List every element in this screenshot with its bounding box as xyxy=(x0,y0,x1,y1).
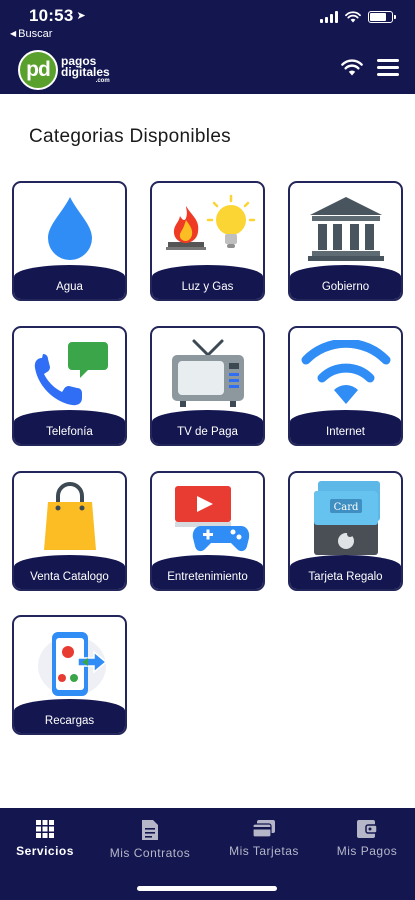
tile-label: Telefonía xyxy=(46,426,93,438)
category-tile-tv-de-paga[interactable]: TV de Paga xyxy=(150,326,265,446)
category-tile-tarjeta-regalo[interactable]: Card Tarjeta Regalo xyxy=(288,471,403,591)
phone-chat-icon xyxy=(34,342,108,406)
logo-wordmark: pagos digitales .com xyxy=(61,55,110,84)
nav-label: Mis Pagos xyxy=(336,844,398,858)
category-tile-entretenimiento[interactable]: Entretenimiento xyxy=(150,471,265,591)
tv-icon xyxy=(171,339,244,407)
wifi-icon xyxy=(301,340,390,404)
tile-label: Entretenimiento xyxy=(167,571,248,583)
tile-label: Gobierno xyxy=(321,281,370,293)
back-to-search-link[interactable]: ◀ Buscar xyxy=(10,28,52,40)
government-building-icon xyxy=(307,197,384,261)
tile-label: TV de Paga xyxy=(177,426,238,438)
cards-icon xyxy=(253,820,275,838)
nav-mis-pagos[interactable]: Mis Pagos xyxy=(317,820,415,858)
nav-mis-tarjetas[interactable]: Mis Tarjetas xyxy=(214,820,314,858)
status-icons xyxy=(320,11,396,23)
nav-mis-contratos[interactable]: Mis Contratos xyxy=(100,820,200,860)
home-indicator[interactable] xyxy=(137,886,277,891)
status-time: 10:53 ➤ xyxy=(29,6,86,26)
hamburger-menu-button[interactable] xyxy=(377,59,399,76)
clock-text: 10:53 xyxy=(29,6,74,25)
back-triangle-icon: ◀ xyxy=(10,29,17,38)
video-gamepad-icon xyxy=(174,486,249,552)
page-title: Categorias Disponibles xyxy=(29,126,231,147)
tile-label: Internet xyxy=(326,426,365,438)
logo-mark: pd xyxy=(18,50,58,90)
cellular-signal-icon xyxy=(320,11,338,23)
gift-card-icon: Card xyxy=(313,481,380,555)
battery-icon xyxy=(368,11,396,23)
back-label: Buscar xyxy=(18,28,53,40)
category-tile-internet[interactable]: Internet xyxy=(288,326,403,446)
fire-and-bulb-icon xyxy=(165,194,255,250)
wallet-icon xyxy=(357,820,377,838)
gift-card-text: Card xyxy=(333,502,358,513)
tile-label: Recargas xyxy=(44,715,95,727)
category-tile-venta-catalogo[interactable]: Venta Catalogo xyxy=(12,471,127,591)
location-arrow-icon: ➤ xyxy=(76,10,86,22)
category-tile-luz-y-gas[interactable]: Luz y Gas xyxy=(150,181,265,301)
nav-label: Mis Tarjetas xyxy=(229,844,299,858)
app-header: 10:53 ➤ ◀ Buscar pd pagos digitales .com xyxy=(0,0,415,94)
nav-servicios[interactable]: Servicios xyxy=(0,820,95,858)
nav-label: Servicios xyxy=(16,844,74,858)
category-tile-recargas[interactable]: Recargas xyxy=(12,615,127,735)
tile-label: Luz y Gas xyxy=(181,281,234,293)
logo-line-2: digitales xyxy=(61,65,110,79)
grid-icon xyxy=(36,820,54,838)
category-tile-telefonia[interactable]: Telefonía xyxy=(12,326,127,446)
pagos-digitales-logo: pd pagos digitales .com xyxy=(18,50,110,90)
water-drop-icon xyxy=(47,197,92,260)
phone-recharge-icon xyxy=(37,632,107,696)
tile-label: Agua xyxy=(56,281,83,293)
status-wifi-icon xyxy=(345,11,361,23)
bottom-navigation: Servicios Mis Contratos Mis Tarjetas Mis… xyxy=(0,808,415,900)
shopping-bag-icon xyxy=(43,482,96,550)
tile-label: Tarjeta Regalo xyxy=(308,571,383,583)
category-tile-agua[interactable]: Agua xyxy=(12,181,127,301)
document-icon xyxy=(142,820,158,840)
tile-label: Venta Catalogo xyxy=(30,571,109,583)
nav-label: Mis Contratos xyxy=(109,846,191,860)
category-tile-gobierno[interactable]: Gobierno xyxy=(288,181,403,301)
connection-wifi-icon[interactable] xyxy=(341,58,363,76)
